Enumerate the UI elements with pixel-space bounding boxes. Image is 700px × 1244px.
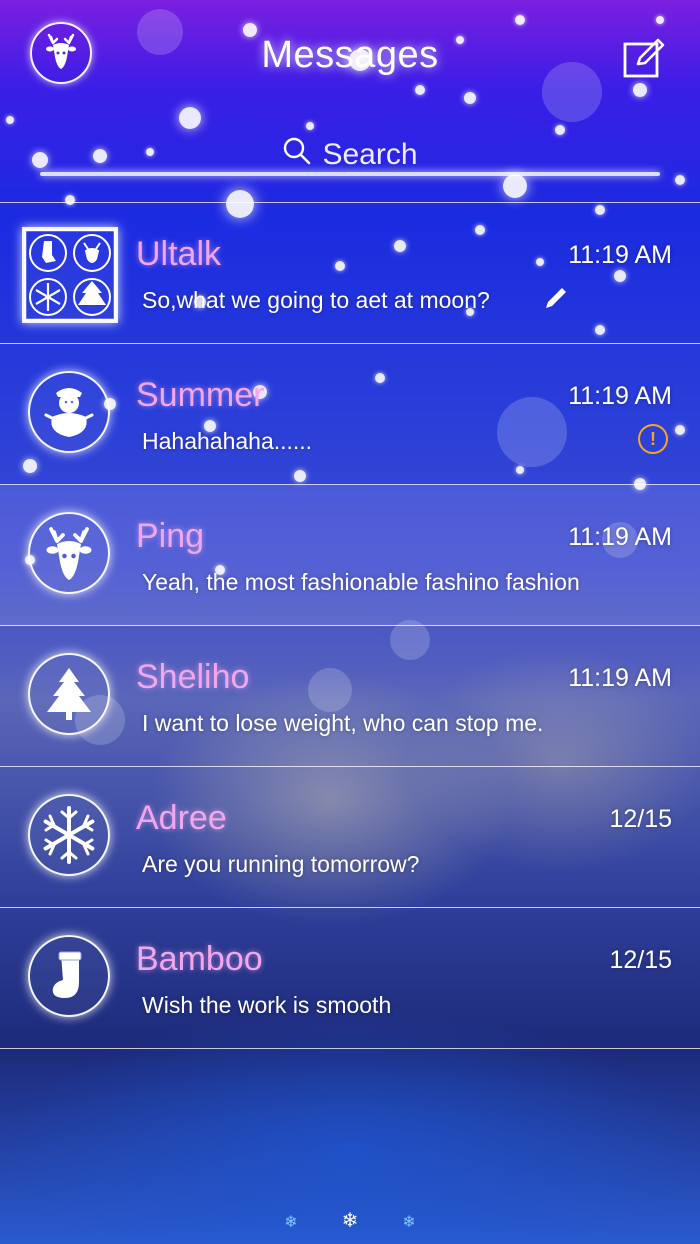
compose-icon — [622, 38, 666, 84]
conversation-row-adree[interactable]: Adree 12/15 Are you running tomorrow? — [0, 767, 700, 908]
snowflake-icon — [28, 794, 110, 876]
christmas-tree-icon — [28, 653, 110, 735]
page-indicator: ❄ ❄ ❄ — [0, 1208, 700, 1233]
contact-name: Adree — [136, 799, 227, 837]
search-placeholder: Search — [322, 138, 418, 171]
conversation-row-bamboo[interactable]: Bamboo 12/15 Wish the work is smooth — [0, 908, 700, 1049]
group-christmas-icon — [22, 227, 118, 323]
conversation-row-ping[interactable]: Ping 11:19 AM Yeah, the most fashionable… — [0, 485, 700, 626]
header: Messages Search — [0, 0, 700, 200]
message-preview: Yeah, the most fashionable fashino fashi… — [142, 569, 580, 595]
page-title: Messages — [261, 34, 439, 76]
message-time: 11:19 AM — [568, 382, 672, 410]
contact-name: Ultalk — [136, 235, 222, 273]
snowman-icon — [28, 371, 110, 453]
snowflake-icon[interactable]: ❄ — [284, 1212, 297, 1232]
contact-name: Summer — [136, 376, 265, 414]
contact-name: Ping — [136, 517, 205, 555]
message-time: 12/15 — [609, 946, 672, 974]
conversation-row-shelino[interactable]: Sheliho 11:19 AM I want to lose weight, … — [0, 626, 700, 767]
message-preview: So,what we going to aet at moon? — [142, 287, 490, 313]
search-underline — [40, 172, 660, 176]
message-time: 11:19 AM — [568, 241, 672, 269]
message-preview: Wish the work is smooth — [142, 992, 392, 1018]
conversation-row-summer[interactable]: Summer 11:19 AM Hahahahaha...... ! — [0, 344, 700, 485]
reindeer-icon — [28, 512, 110, 594]
message-preview: I want to lose weight, who can stop me. — [142, 710, 544, 736]
message-time: 12/15 — [609, 805, 672, 833]
message-preview: Are you running tomorrow? — [142, 851, 420, 877]
stocking-icon — [28, 935, 110, 1017]
message-time: 11:19 AM — [568, 664, 672, 692]
contact-name: Bamboo — [136, 940, 263, 978]
contact-name: Sheliho — [136, 658, 250, 696]
message-preview: Hahahahaha...... — [142, 428, 313, 454]
snowflake-icon[interactable]: ❄ — [402, 1212, 415, 1232]
search-icon — [282, 136, 312, 174]
compose-button[interactable] — [622, 36, 666, 80]
snowflake-icon[interactable]: ❄ — [342, 1208, 359, 1233]
message-time: 11:19 AM — [568, 523, 672, 551]
conversation-row-ultalk[interactable]: Ultalk 11:19 AM So,what we going to aet … — [0, 202, 700, 344]
alert-icon[interactable]: ! — [638, 424, 668, 454]
search-bar[interactable]: Search — [40, 130, 660, 180]
draft-pencil-icon — [542, 286, 568, 317]
conversation-list: Ultalk 11:19 AM So,what we going to aet … — [0, 202, 700, 1049]
